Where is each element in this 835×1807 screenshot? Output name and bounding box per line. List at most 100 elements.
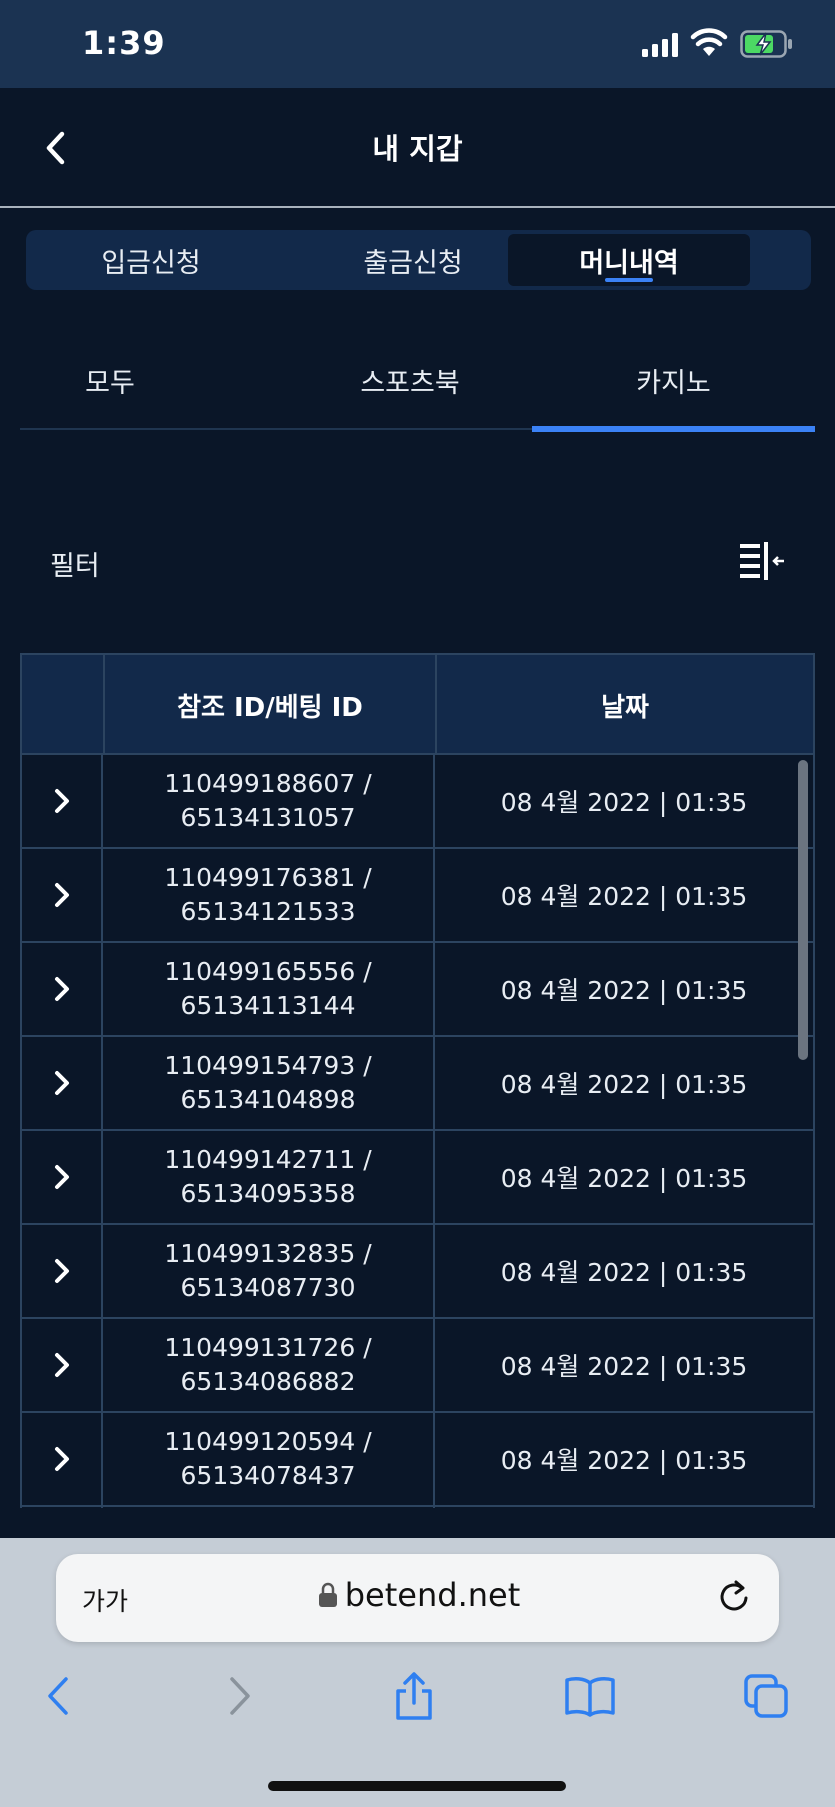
book-icon: [565, 1677, 615, 1717]
row-expand-button[interactable]: [22, 943, 103, 1035]
ref-bet-id-cell: 110499120594 / 65134078437: [103, 1413, 435, 1505]
tab-label: 출금신청: [363, 247, 463, 279]
row-expand-button[interactable]: [22, 1225, 103, 1317]
date-cell: 08 4월 2022 | 01:35: [500, 976, 748, 1005]
table-scrollbar[interactable]: [798, 760, 808, 1060]
category-tabs: 모두 스포츠북 카지노: [20, 330, 815, 432]
header-expand-column: [22, 655, 103, 755]
subtab-label: 카지노: [636, 367, 711, 399]
row-expand-button[interactable]: [22, 1037, 103, 1129]
table-row-partial: [22, 1507, 813, 1508]
table-row: 110499176381 / 65134121533 08 4월 2022 | 0…: [22, 849, 813, 943]
chevron-right-icon: [54, 883, 69, 907]
row-expand-button[interactable]: [22, 1131, 103, 1223]
header-ref-bet-id: 참조 ID/베팅 ID: [177, 692, 363, 723]
ref-bet-id-cell: 110499131726 / 65134086882: [103, 1319, 435, 1411]
battery-charging-icon: [740, 30, 792, 58]
row-expand-button[interactable]: [22, 849, 103, 941]
date-cell: 08 4월 2022 | 01:35: [500, 1446, 748, 1475]
table-row: 110499188607 / 65134131057 08 4월 2022 | 0…: [22, 755, 813, 849]
browser-back-button[interactable]: [28, 1666, 88, 1726]
status-bar: 1:39: [0, 0, 835, 88]
table-row: 110499165556 / 65134113144 08 4월 2022 | 0…: [22, 943, 813, 1037]
ref-id: 110499132835 /: [164, 1239, 372, 1268]
subtab-sportsbook[interactable]: 스포츠북: [280, 330, 540, 430]
tab-label: 입금신청: [101, 247, 201, 279]
bet-id: 65134113144: [180, 991, 356, 1020]
tabs-button[interactable]: [736, 1666, 796, 1726]
ref-bet-id-cell: 110499142711 / 65134095358: [103, 1131, 435, 1223]
row-expand-button[interactable]: [22, 1413, 103, 1505]
date-cell: 08 4월 2022 | 01:35: [500, 1070, 748, 1099]
browser-toolbar: 가가 betend.net: [0, 1538, 835, 1807]
chevron-right-icon: [54, 1165, 69, 1189]
ref-bet-id-cell: 110499132835 / 65134087730: [103, 1225, 435, 1317]
filter-toggle-button[interactable]: [738, 540, 786, 582]
app-header: 내 지갑: [0, 88, 835, 208]
filter-row: 필터: [0, 530, 835, 590]
bookmarks-button[interactable]: [560, 1666, 620, 1726]
table-row: 110499154793 / 65134104898 08 4월 2022 | 0…: [22, 1037, 813, 1131]
table-row: 110499131726 / 65134086882 08 4월 2022 | 0…: [22, 1319, 813, 1413]
ref-bet-id-cell: 110499165556 / 65134113144: [103, 943, 435, 1035]
share-button[interactable]: [384, 1666, 444, 1726]
bet-id: 65134131057: [180, 803, 356, 832]
ref-id: 110499188607 /: [164, 769, 372, 798]
chevron-right-icon: [54, 1353, 69, 1377]
table-row: 110499132835 / 65134087730 08 4월 2022 | 0…: [22, 1225, 813, 1319]
chevron-left-icon: [48, 1677, 68, 1715]
url-text: betend.net: [344, 1576, 521, 1614]
browser-forward-button[interactable]: [210, 1666, 270, 1726]
bet-id: 65134086882: [180, 1367, 356, 1396]
chevron-right-icon: [54, 789, 69, 813]
table-header: 참조 ID/베팅 ID 날짜: [22, 653, 813, 755]
table-row: 110499120594 / 65134078437 08 4월 2022 | 0…: [22, 1413, 813, 1507]
bet-id: 65134121533: [180, 897, 356, 926]
tabs-icon: [744, 1674, 788, 1718]
status-time: 1:39: [82, 24, 166, 62]
transaction-table: 참조 ID/베팅 ID 날짜 110499188607 / 65134131057…: [20, 653, 815, 1508]
home-indicator: [268, 1781, 566, 1791]
cellular-signal-icon: [642, 33, 678, 57]
share-icon: [396, 1672, 432, 1720]
bet-id: 65134078437: [180, 1461, 356, 1490]
collapse-list-icon: [740, 542, 784, 580]
reload-icon[interactable]: [716, 1578, 752, 1616]
tab-withdraw-request[interactable]: 출금신청: [292, 234, 534, 286]
page-title: 내 지갑: [372, 132, 463, 166]
ref-bet-id-cell: 110499154793 / 65134104898: [103, 1037, 435, 1129]
tab-deposit-request[interactable]: 입금신청: [30, 234, 272, 286]
ref-bet-id-cell: 110499188607 / 65134131057: [103, 755, 435, 847]
ref-id: 110499120594 /: [164, 1427, 372, 1456]
address-bar[interactable]: 가가 betend.net: [56, 1554, 779, 1642]
subtab-label: 스포츠북: [360, 367, 460, 399]
filter-label: 필터: [50, 551, 100, 582]
ref-id: 110499154793 /: [164, 1051, 372, 1080]
date-cell: 08 4월 2022 | 01:35: [500, 1258, 748, 1287]
chevron-right-icon: [54, 1259, 69, 1283]
date-cell: 08 4월 2022 | 01:35: [500, 788, 748, 817]
ref-id: 110499165556 /: [164, 957, 372, 986]
table-row: 110499142711 / 65134095358 08 4월 2022 | 0…: [22, 1131, 813, 1225]
row-expand-button[interactable]: [22, 755, 103, 847]
date-cell: 08 4월 2022 | 01:35: [500, 1352, 748, 1381]
wallet-segment-control: 입금신청 출금신청 머니내역: [26, 230, 811, 290]
chevron-right-icon: [54, 1447, 69, 1471]
row-expand-cell: [22, 1507, 103, 1508]
date-cell: 08 4월 2022 | 01:35: [500, 882, 748, 911]
tab-label: 머니내역: [579, 247, 679, 279]
active-tab-indicator: [605, 278, 653, 282]
bet-id: 65134087730: [180, 1273, 356, 1302]
ref-id: 110499176381 /: [164, 863, 372, 892]
chevron-right-icon: [230, 1677, 250, 1715]
subtab-casino[interactable]: 카지노: [532, 330, 815, 432]
header-date: 날짜: [601, 692, 649, 723]
date-cell: 08 4월 2022 | 01:35: [500, 1164, 748, 1193]
ref-id: 110499131726 /: [164, 1333, 372, 1362]
ref-bet-id-cell: 110499176381 / 65134121533: [103, 849, 435, 941]
subtab-label: 모두: [85, 367, 135, 399]
row-expand-button[interactable]: [22, 1319, 103, 1411]
bet-id: 65134095358: [180, 1179, 356, 1208]
subtab-all[interactable]: 모두: [20, 330, 200, 430]
tab-money-history[interactable]: 머니내역: [508, 234, 750, 286]
